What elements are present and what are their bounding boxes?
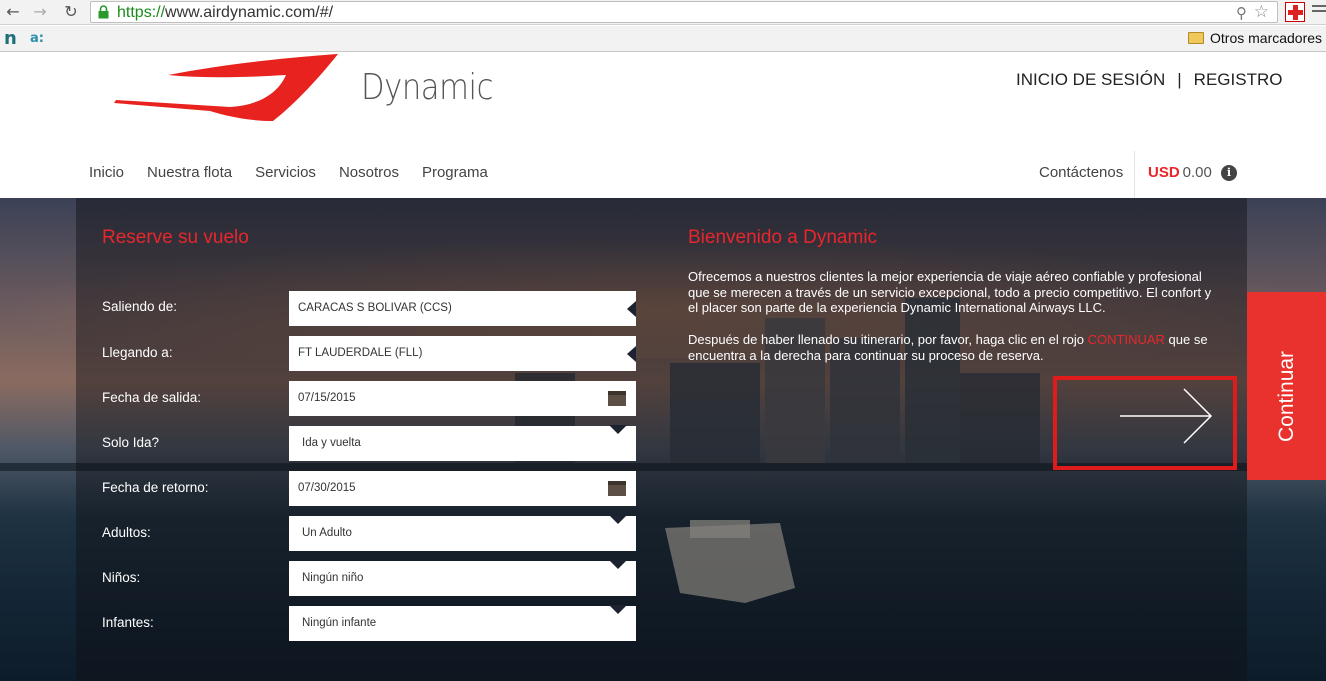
- nav-item-nosotros[interactable]: Nosotros: [339, 164, 399, 181]
- welcome-title: Bienvenido a Dynamic: [688, 227, 878, 248]
- auth-links: INICIO DE SESIÓN | REGISTRO: [1016, 70, 1282, 90]
- currency-total[interactable]: USD 0.00: [1148, 164, 1212, 181]
- dropdown-notch-icon: [627, 301, 636, 317]
- nav-item-servicios[interactable]: Servicios: [255, 164, 316, 181]
- destination-select[interactable]: FT LAUDERDALE (FLL): [289, 336, 636, 371]
- adults-select[interactable]: Un Adulto: [289, 515, 636, 551]
- contact-link[interactable]: Contáctenos: [1039, 164, 1123, 181]
- url-text: https://www.airdynamic.com/#/: [117, 4, 334, 21]
- main-nav: Inicio Nuestra flota Servicios Nosotros Prog…: [89, 164, 511, 181]
- login-link[interactable]: INICIO DE SESIÓN: [1016, 70, 1165, 89]
- browser-toolbar: ← → ↻ https://www.airdynamic.com/#/ ⚲ ☆: [0, 0, 1326, 25]
- site-header: Dynamic INICIO DE SESIÓN | REGISTRO Inicio…: [0, 53, 1326, 198]
- adults-value: Un Adulto: [302, 527, 352, 539]
- welcome-paragraph-1: Ofrecemos a nuestros clientes la mejor e…: [688, 269, 1212, 315]
- continue-inline-link[interactable]: CONTINUAR: [1088, 332, 1165, 347]
- return-date-value: 07/30/2015: [298, 482, 356, 494]
- reload-icon[interactable]: ↻: [61, 2, 81, 22]
- chevron-down-icon: [609, 425, 627, 434]
- currency-amount: 0.00: [1182, 164, 1212, 181]
- bookmark-n[interactable]: n: [4, 28, 17, 49]
- currency-code: USD: [1148, 164, 1180, 181]
- return-date-field[interactable]: 07/30/2015: [289, 471, 636, 506]
- auth-separator: |: [1177, 70, 1182, 89]
- trip-type-select[interactable]: Ida y vuelta: [289, 425, 636, 461]
- label-saliendo: Saliendo de:: [102, 299, 178, 314]
- bookmark-folder-other[interactable]: Otros marcadores: [1210, 30, 1322, 46]
- continue-label: Continuar: [1275, 350, 1298, 442]
- bookmarks-bar: n a: Otros marcadores: [0, 26, 1326, 52]
- label-llegando: Llegando a:: [102, 345, 173, 360]
- infants-select[interactable]: Ningún infante: [289, 605, 636, 641]
- label-ninos: Niños:: [102, 570, 141, 585]
- label-infantes: Infantes:: [102, 615, 154, 630]
- nav-divider: [1134, 151, 1135, 198]
- chevron-down-icon: [609, 560, 627, 569]
- calendar-icon[interactable]: [608, 391, 626, 406]
- continue-button[interactable]: Continuar: [1247, 292, 1326, 480]
- extension-icon[interactable]: [1285, 2, 1305, 22]
- nav-item-flota[interactable]: Nuestra flota: [147, 164, 232, 181]
- trip-type-value: Ida y vuelta: [302, 437, 361, 449]
- browser-menu-icon[interactable]: [1312, 5, 1326, 19]
- bookmark-star-icon[interactable]: ☆: [1254, 2, 1269, 22]
- logo-mark-icon[interactable]: [110, 53, 350, 125]
- register-link[interactable]: REGISTRO: [1194, 70, 1283, 89]
- brand-name[interactable]: Dynamic: [361, 67, 493, 108]
- departure-date-value: 07/15/2015: [298, 392, 356, 404]
- bookmark-a[interactable]: a:: [30, 31, 44, 46]
- welcome-paragraph-2: Después de haber llenado su itinerario, …: [688, 332, 1208, 363]
- arrow-right-icon[interactable]: [1118, 387, 1218, 447]
- calendar-icon[interactable]: [608, 481, 626, 496]
- forward-arrow-icon[interactable]: →: [30, 2, 50, 22]
- destination-value: FT LAUDERDALE (FLL): [298, 347, 423, 359]
- back-arrow-icon[interactable]: ←: [3, 2, 23, 22]
- booking-title: Reserve su vuelo: [102, 227, 249, 248]
- folder-icon: [1188, 32, 1204, 44]
- label-fecha-salida: Fecha de salida:: [102, 390, 202, 405]
- info-icon[interactable]: i: [1221, 165, 1237, 181]
- label-adultos: Adultos:: [102, 525, 151, 540]
- dropdown-notch-icon: [627, 346, 636, 362]
- children-value: Ningún niño: [302, 572, 364, 584]
- origin-value: CARACAS S BOLIVAR (CCS): [298, 302, 452, 314]
- children-select[interactable]: Ningún niño: [289, 560, 636, 596]
- address-bar[interactable]: https://www.airdynamic.com/#/ ⚲ ☆: [90, 1, 1278, 23]
- departure-date-field[interactable]: 07/15/2015: [289, 381, 636, 416]
- chevron-down-icon: [609, 515, 627, 524]
- lock-icon: [98, 5, 109, 19]
- zoom-icon[interactable]: ⚲: [1236, 4, 1247, 22]
- infants-value: Ningún infante: [302, 617, 377, 629]
- origin-select[interactable]: CARACAS S BOLIVAR (CCS): [289, 291, 636, 326]
- label-fecha-retorno: Fecha de retorno:: [102, 480, 209, 495]
- chevron-down-icon: [609, 605, 627, 614]
- label-solo-ida: Solo Ida?: [102, 435, 160, 450]
- nav-item-programa[interactable]: Programa: [422, 164, 488, 181]
- nav-item-inicio[interactable]: Inicio: [89, 164, 124, 181]
